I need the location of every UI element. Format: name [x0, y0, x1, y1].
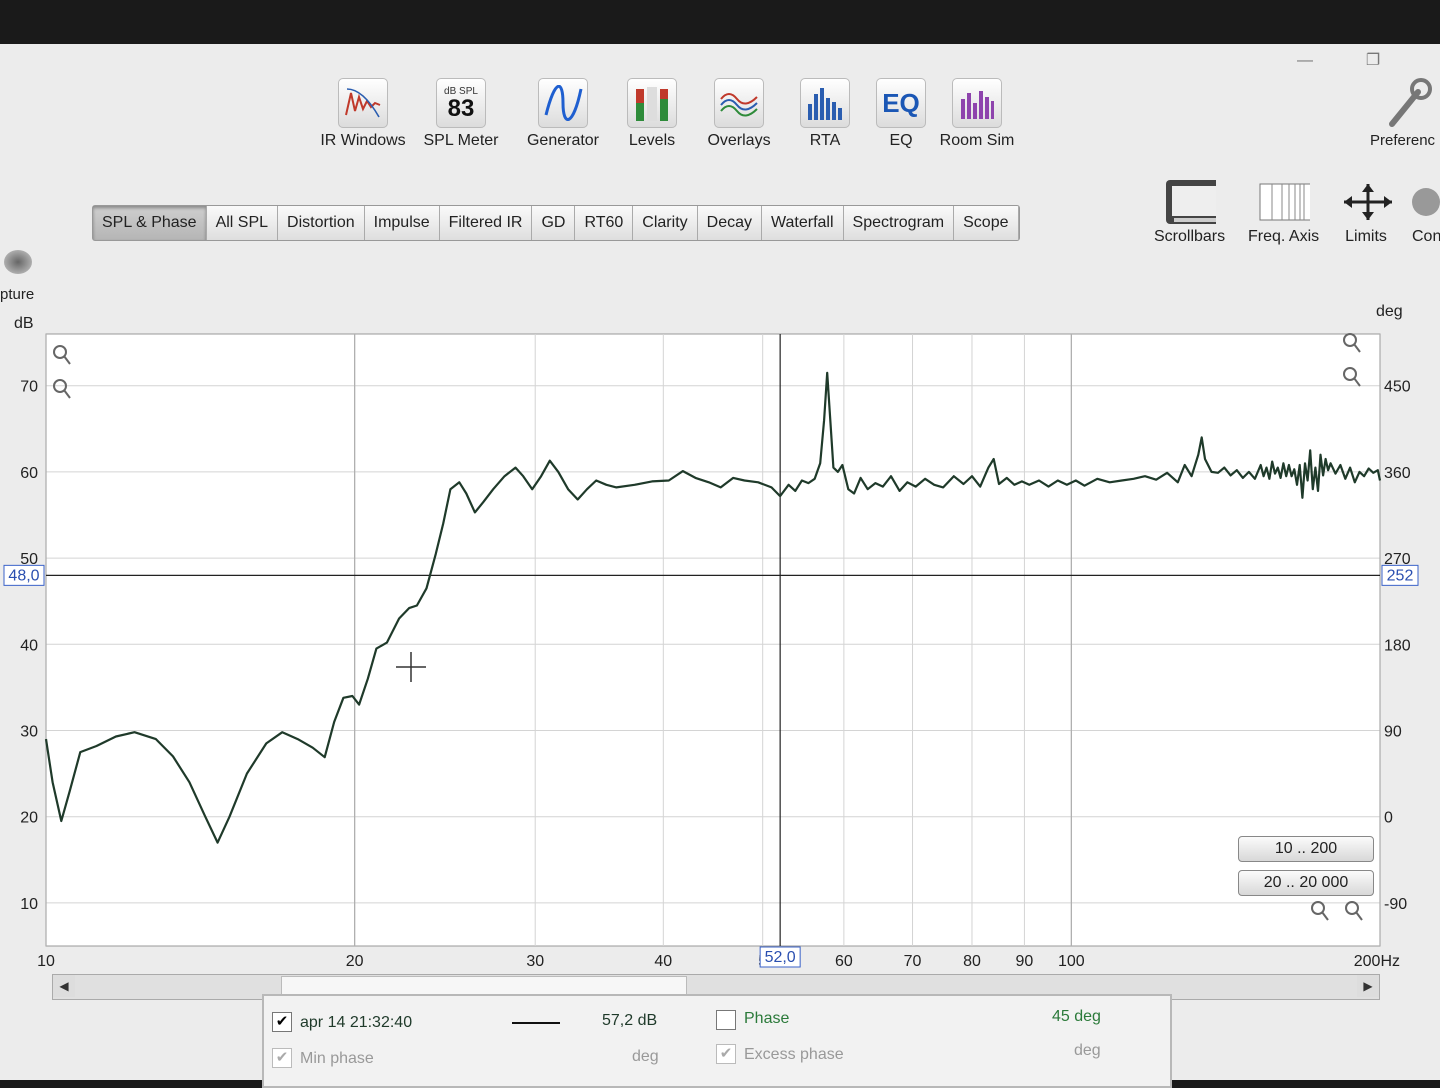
scroll-right-icon[interactable]: ▶: [1357, 975, 1379, 997]
spl-phase-graph[interactable]: 10203040506070 -90090180270360450 10 20 30…: [0, 0, 1440, 1000]
cursor-x-label: 52,0: [765, 949, 796, 966]
min-phase-label: Min phase: [300, 1050, 374, 1067]
excess-phase-label: Excess phase: [744, 1046, 844, 1063]
y-tick-label: 70: [20, 379, 38, 396]
x-tick-label: 90: [1016, 953, 1034, 970]
x-tick-label: 30: [526, 953, 544, 970]
scroll-left-icon[interactable]: ◀: [53, 975, 75, 997]
min-phase-unit: deg: [632, 1048, 659, 1065]
min-phase-checkbox[interactable]: ✔: [272, 1048, 292, 1068]
measurement-checkbox[interactable]: ✔: [272, 1012, 292, 1032]
y-tick-label: 30: [20, 724, 38, 741]
range-button-20-20000[interactable]: 20 .. 20 000: [1238, 870, 1374, 896]
cursor-y-label: 48,0: [8, 567, 39, 584]
y-axis-title: dB: [14, 315, 34, 332]
excess-phase-checkbox[interactable]: ✔: [716, 1044, 736, 1064]
phase-checkbox[interactable]: [716, 1010, 736, 1030]
x-tick-label: 200Hz: [1354, 953, 1400, 970]
y2-tick-label: 90: [1384, 724, 1402, 741]
x-tick-label: 80: [963, 953, 981, 970]
plot-area[interactable]: [45, 333, 1381, 947]
y-axis-labels: 10203040506070: [20, 379, 38, 913]
measurement-value: 57,2 dB: [602, 1012, 658, 1029]
cursor-y2-label: 252: [1387, 567, 1414, 584]
x-axis-labels: 10203040560708090100200Hz: [37, 953, 1400, 970]
y2-axis-title: deg: [1376, 303, 1403, 320]
x-tick-label: 20: [346, 953, 364, 970]
measurement-name: apr 14 21:32:40: [300, 1014, 413, 1031]
phase-label: Phase: [744, 1010, 790, 1027]
y-tick-label: 40: [20, 637, 38, 654]
x-tick-label: 40: [654, 953, 672, 970]
y2-tick-label: 450: [1384, 379, 1411, 396]
y-tick-label: 20: [20, 810, 38, 827]
y2-tick-label: 0: [1384, 810, 1393, 827]
legend-panel: ✔ apr 14 21:32:40 57,2 dB ✔ Min phase de…: [262, 994, 1172, 1088]
x-tick-label: 70: [904, 953, 922, 970]
x-tick-label: 60: [835, 953, 853, 970]
y-tick-label: 60: [20, 465, 38, 482]
legend-line-swatch: [512, 1022, 560, 1024]
range-button-10-200[interactable]: 10 .. 200: [1238, 836, 1374, 862]
y-tick-label: 10: [20, 896, 38, 913]
x-tick-label: 100: [1058, 953, 1085, 970]
y2-tick-label: -90: [1384, 896, 1407, 913]
y2-axis-labels: -90090180270360450: [1384, 379, 1411, 913]
y2-tick-label: 180: [1384, 637, 1411, 654]
x-tick-label: 10: [37, 953, 55, 970]
phase-value: 45 deg: [1052, 1008, 1101, 1025]
y2-tick-label: 360: [1384, 465, 1411, 482]
excess-phase-unit: deg: [1074, 1042, 1101, 1059]
